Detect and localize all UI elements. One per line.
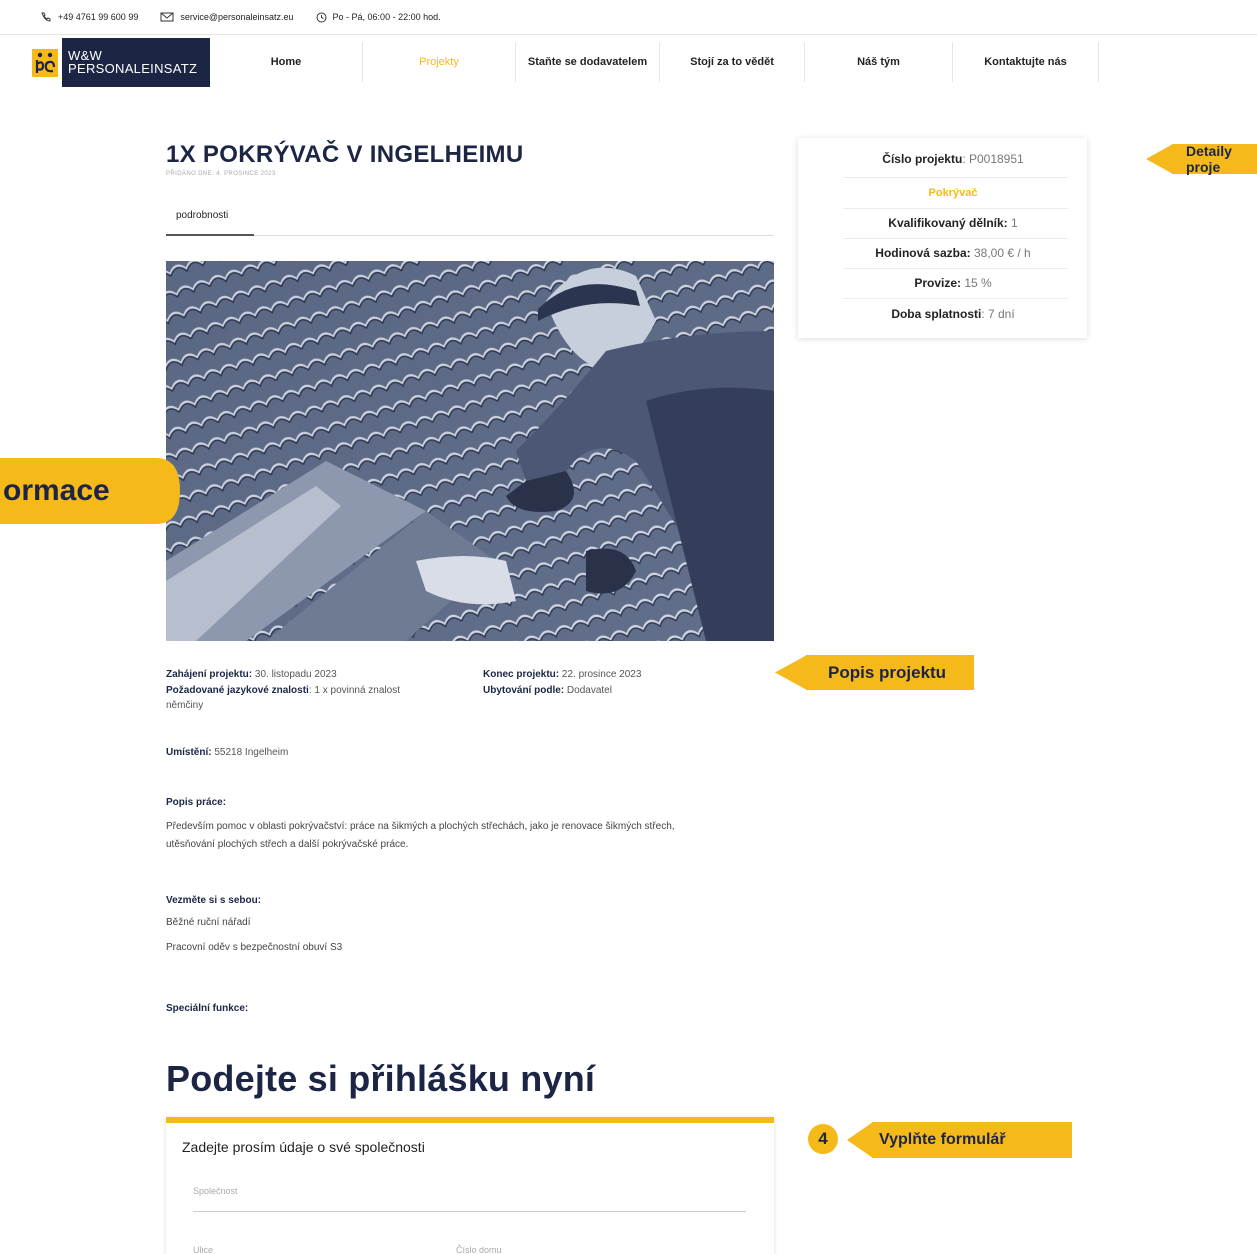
language-value: : 1 x povinná znalost bbox=[308, 685, 400, 696]
tab-details[interactable]: podrobnosti bbox=[166, 205, 254, 236]
project-end-value: 22. prosince 2023 bbox=[561, 669, 642, 680]
location-label: Umístění: bbox=[166, 747, 212, 758]
company-input[interactable]: Společnost bbox=[193, 1186, 238, 1196]
project-photo bbox=[166, 261, 774, 641]
accommodation: Ubytování podle: Dodavatel bbox=[483, 683, 612, 698]
project-title: 1X POKRÝVAČ V INGELHEIMU bbox=[166, 141, 524, 168]
language-requirements: Požadované jazykové znalosti: 1 x povinn… bbox=[166, 683, 456, 713]
accommodation-label: Ubytování podle: bbox=[483, 685, 565, 696]
callout-arrow bbox=[847, 1122, 873, 1158]
skilled-workers-label: Kvalifikovaný dělník: bbox=[888, 216, 1008, 230]
main-navigation: W&W PERSONALEINSATZ Home Projekty Staňte… bbox=[0, 36, 1257, 90]
callout-info: ormace bbox=[0, 458, 157, 524]
language-value-cont: němčiny bbox=[166, 700, 204, 711]
roofer-image bbox=[166, 261, 774, 641]
logo-wordmark: W&W PERSONALEINSATZ bbox=[62, 38, 210, 87]
project-added-date: PŘIDÁNO DNE: 4. PROSINCE 2023 bbox=[166, 171, 276, 177]
step-number-badge: 4 bbox=[808, 1124, 838, 1154]
bring-item: Běžné ruční nářadí bbox=[166, 917, 251, 928]
nav-item-projects[interactable]: Projekty bbox=[363, 42, 516, 82]
accommodation-value: Dodavatel bbox=[566, 685, 612, 696]
project-start: Zahájení projektu: 30. listopadu 2023 bbox=[166, 667, 337, 682]
hours-text: Po - Pá, 06:00 - 22:00 hod. bbox=[332, 12, 441, 22]
payment-term-value: : 7 dní bbox=[981, 307, 1015, 321]
hourly-rate: Hodinová sazba: 38,00 € / h bbox=[838, 238, 1068, 268]
callout-details-text: Detaily proje bbox=[1186, 143, 1232, 175]
logo-icon bbox=[32, 48, 58, 77]
work-description-line-1: Především pomoc v oblasti pokrývačství: … bbox=[166, 821, 675, 832]
project-number: Číslo projektu: P0018951 bbox=[838, 144, 1068, 174]
phone-icon bbox=[41, 12, 51, 22]
mail-icon bbox=[160, 12, 174, 22]
project-details-card: Číslo projektu: P0018951 Pokrývač Kvalif… bbox=[798, 138, 1087, 338]
callout-arrow bbox=[156, 458, 180, 524]
clock-icon bbox=[316, 12, 327, 22]
logo[interactable]: W&W PERSONALEINSATZ bbox=[32, 38, 210, 87]
work-description-line-2: utěsňování plochých střech a další pokrý… bbox=[166, 839, 409, 850]
project-end-label: Konec projektu: bbox=[483, 669, 560, 680]
nav-menu: Home Projekty Staňte se dodavatelem Stoj… bbox=[210, 42, 1099, 82]
callout-info-text: ormace bbox=[3, 474, 110, 507]
callout-form-text: Vyplňte formulář bbox=[879, 1131, 1006, 1148]
payment-term: Doba splatnosti: 7 dní bbox=[838, 299, 1068, 329]
commission-label: Provize: bbox=[914, 276, 961, 290]
house-number-input[interactable]: Číslo domu bbox=[456, 1245, 502, 1254]
project-end: Konec projektu: 22. prosince 2023 bbox=[483, 667, 641, 682]
callout-arrow bbox=[1146, 144, 1173, 174]
callout-form: Vyplňte formulář bbox=[872, 1122, 1072, 1158]
commission: Provize: 15 % bbox=[838, 268, 1068, 298]
top-info-bar: +49 4761 99 600 99 service@personaleinsa… bbox=[0, 0, 1257, 35]
hourly-rate-label: Hodinová sazba: bbox=[875, 246, 971, 260]
bring-item: Pracovní oděv s bezpečnostní obuví S3 bbox=[166, 942, 343, 953]
project-category: Pokrývač bbox=[928, 187, 978, 199]
callout-description-text: Popis projektu bbox=[828, 662, 947, 682]
nav-item-become-supplier[interactable]: Staňte se dodavatelem bbox=[516, 42, 660, 82]
street-input[interactable]: Ulice bbox=[193, 1245, 213, 1254]
skilled-workers: Kvalifikovaný dělník: 1 bbox=[838, 208, 1068, 238]
location-value: 55218 Ingelheim bbox=[214, 747, 289, 758]
logo-line-2: PERSONALEINSATZ bbox=[68, 61, 198, 76]
project-start-value: 30. listopadu 2023 bbox=[254, 669, 337, 680]
project-start-label: Zahájení projektu: bbox=[166, 669, 253, 680]
special-features-heading: Speciální funkce: bbox=[166, 1003, 249, 1014]
email-contact[interactable]: service@personaleinsatz.eu bbox=[160, 12, 294, 22]
callout-description: Popis projektu bbox=[806, 655, 974, 690]
work-description-heading: Popis práce: bbox=[166, 797, 227, 808]
project-number-value: : P0018951 bbox=[962, 152, 1024, 166]
company-input-underline bbox=[193, 1211, 746, 1212]
project-tabs: podrobnosti bbox=[166, 205, 774, 236]
phone-number: +49 4761 99 600 99 bbox=[58, 12, 139, 22]
bring-list: Běžné ruční nářadí Pracovní oděv s bezpe… bbox=[166, 914, 342, 957]
commission-value: 15 % bbox=[961, 276, 992, 290]
apply-heading: Podejte si přihlášku nyní bbox=[166, 1058, 596, 1099]
language-label: Požadované jazykové znalosti bbox=[166, 685, 309, 696]
nav-item-contact[interactable]: Kontaktujte nás bbox=[953, 42, 1099, 82]
bring-heading: Vezměte si s sebou: bbox=[166, 895, 262, 906]
callout-arrow bbox=[775, 655, 807, 690]
project-number-label: Číslo projektu bbox=[882, 152, 963, 166]
nav-item-good-to-know[interactable]: Stojí za to vědět bbox=[660, 42, 805, 82]
company-form: Zadejte prosím údaje o své společnosti S… bbox=[166, 1117, 774, 1254]
hourly-rate-value: 38,00 € / h bbox=[970, 246, 1031, 260]
form-title: Zadejte prosím údaje o své společnosti bbox=[182, 1139, 425, 1155]
callout-details: Detaily proje bbox=[1172, 143, 1257, 175]
phone-contact[interactable]: +49 4761 99 600 99 bbox=[40, 12, 138, 22]
location: Umístění: 55218 Ingelheim bbox=[166, 745, 288, 760]
opening-hours: Po - Pá, 06:00 - 22:00 hod. bbox=[316, 12, 441, 23]
payment-term-label: Doba splatnosti bbox=[891, 307, 982, 321]
nav-item-home[interactable]: Home bbox=[210, 42, 363, 82]
skilled-workers-value: 1 bbox=[1007, 216, 1018, 230]
email-address: service@personaleinsatz.eu bbox=[180, 12, 294, 22]
work-description-text: Především pomoc v oblasti pokrývačství: … bbox=[166, 818, 675, 854]
nav-item-our-team[interactable]: Náš tým bbox=[805, 42, 953, 82]
